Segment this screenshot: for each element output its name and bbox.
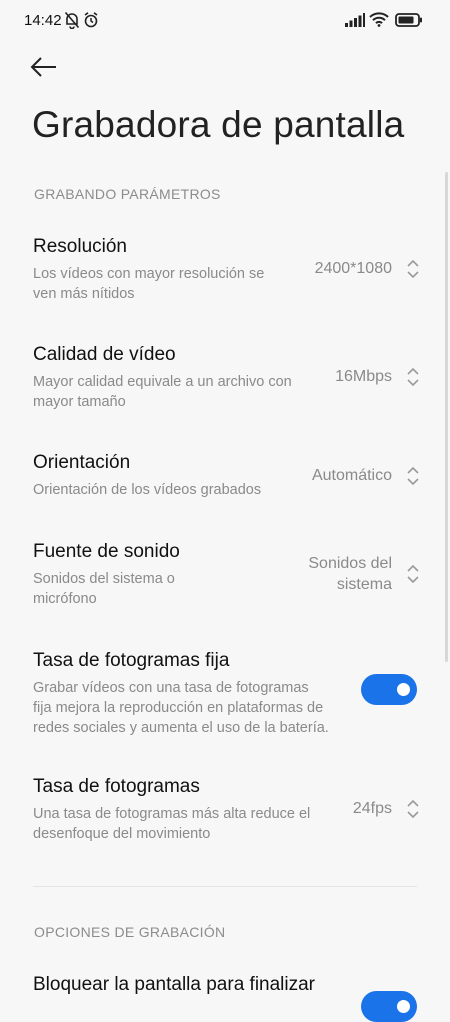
setting-video-quality[interactable]: Calidad de vídeo Mayor calidad equivale …	[0, 344, 450, 414]
desc-line: mayor tamaño	[33, 394, 126, 410]
lock-screen-finish-toggle[interactable]	[361, 991, 417, 1022]
setting-value: 2400*1080	[314, 260, 392, 277]
desc-line: redes sociales y aumenta el uso de la ba…	[33, 720, 329, 736]
desc-line: Orientación de los vídeos grabados	[33, 482, 262, 498]
alarm-icon	[83, 11, 99, 34]
setting-lock-screen-to-finish: Bloquear la pantalla para finalizar	[0, 974, 450, 1022]
back-button[interactable]	[24, 50, 68, 86]
toggle-knob	[397, 1000, 410, 1013]
chevron-up-down-icon	[407, 466, 419, 486]
desc-line: Grabar vídeos con una tasa de fotogramas	[33, 680, 309, 696]
chevron-up-down-icon	[407, 564, 419, 584]
setting-description: Grabar vídeos con una tasa de fotogramas…	[33, 678, 353, 738]
status-bar: 14:42	[0, 0, 450, 42]
setting-title: Tasa de fotogramas	[33, 776, 200, 797]
setting-description: Mayor calidad equivale a un archivo con …	[33, 372, 292, 412]
desc-line: Sonidos del sistema o	[33, 571, 175, 587]
setting-description: Una tasa de fotogramas más alta reduce e…	[33, 804, 310, 844]
desc-line: desenfoque del movimiento	[33, 826, 211, 842]
setting-description: Orientación de los vídeos grabados	[33, 480, 261, 500]
value-line: sistema	[336, 576, 392, 593]
setting-title: Bloquear la pantalla para finalizar	[33, 974, 316, 995]
desc-line: fija mejora la reproducción en plataform…	[33, 700, 324, 716]
signal-icon	[345, 13, 365, 32]
setting-fixed-frame-rate: Tasa de fotogramas fija Grabar vídeos co…	[0, 650, 450, 738]
battery-icon	[395, 13, 423, 32]
setting-title: Calidad de vídeo	[33, 344, 176, 365]
chevron-up-down-icon	[407, 367, 419, 387]
desc-line: ven más nítidos	[33, 286, 135, 302]
setting-title: Tasa de fotogramas fija	[33, 650, 230, 671]
setting-sound-source[interactable]: Fuente de sonido Sonidos del sistema o m…	[0, 541, 450, 611]
setting-value: Sonidos del sistema	[308, 553, 392, 595]
setting-resolution[interactable]: Resolución Los vídeos con mayor resoluci…	[0, 236, 450, 306]
fixed-frame-rate-toggle[interactable]	[361, 674, 417, 705]
desc-line: Los vídeos con mayor resolución se	[33, 266, 265, 282]
setting-value: Automático	[311, 467, 392, 484]
setting-description: Sonidos del sistema o micrófono	[33, 569, 175, 609]
section-header-recording-parameters: GRABANDO PARÁMETROS	[34, 186, 221, 202]
setting-title: Resolución	[33, 236, 127, 257]
desc-line: micrófono	[33, 591, 97, 607]
value-line: Sonidos del	[308, 555, 392, 572]
setting-frame-rate[interactable]: Tasa de fotogramas Una tasa de fotograma…	[0, 776, 450, 846]
desc-line: Mayor calidad equivale a un archivo con	[33, 374, 292, 390]
section-divider	[33, 886, 417, 887]
setting-orientation[interactable]: Orientación Orientación de los vídeos gr…	[0, 452, 450, 502]
scrollbar[interactable]	[445, 172, 448, 662]
setting-value: 16Mbps	[335, 368, 392, 385]
page-title: Grabadora de pantalla	[32, 104, 405, 145]
status-time: 14:42	[24, 12, 62, 29]
setting-description: Los vídeos con mayor resolución se ven m…	[33, 264, 264, 304]
chevron-up-down-icon	[407, 799, 419, 819]
section-header-recording-options: OPCIONES DE GRABACIÓN	[34, 924, 226, 940]
chevron-up-down-icon	[407, 259, 419, 279]
setting-title: Fuente de sonido	[33, 541, 180, 562]
wifi-icon	[369, 12, 389, 32]
setting-title: Orientación	[33, 452, 131, 473]
desc-line: Una tasa de fotogramas más alta reduce e…	[33, 806, 311, 822]
toggle-knob	[397, 683, 410, 696]
setting-value: 24fps	[352, 800, 392, 817]
arrow-left-icon	[30, 57, 56, 77]
bell-off-icon	[64, 11, 80, 34]
